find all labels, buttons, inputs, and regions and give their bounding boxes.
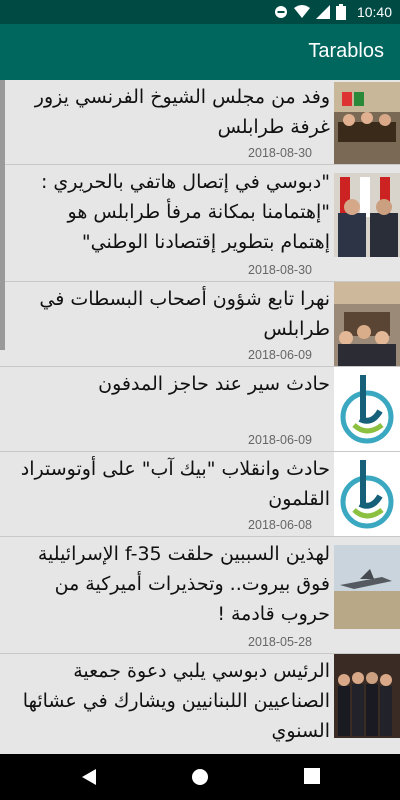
- news-thumbnail: [334, 173, 400, 257]
- news-thumbnail: [334, 82, 400, 164]
- status-time: 10:40: [356, 4, 392, 20]
- dnd-icon: [275, 6, 287, 18]
- recents-icon[interactable]: [304, 768, 320, 784]
- news-item[interactable]: الرئيس دبوسي يلبي دعوة جمعية الصناعيين ا…: [0, 654, 400, 754]
- news-date: 2018-06-09: [248, 348, 312, 362]
- news-item[interactable]: حادث وانقلاب "بيك آب" على أوتوستراد القل…: [0, 452, 400, 537]
- news-thumbnail: [334, 545, 400, 629]
- cell-signal-icon: [316, 5, 330, 19]
- news-item[interactable]: نهرا تابع شؤون أصحاب البسطات في طرابلس 2…: [0, 282, 400, 367]
- navigation-bar: [0, 754, 400, 800]
- status-icons: [274, 4, 346, 20]
- news-item[interactable]: حادث سير عند حاجز المدفون 2018-06-09: [0, 367, 400, 452]
- news-title[interactable]: لهذين السببين حلقت f-35 الإسرائيلية فوق …: [12, 539, 330, 629]
- news-item[interactable]: "دبوسي في إتصال هاتفي بالحريري : "إهتمام…: [0, 165, 400, 282]
- tarablos-logo-icon: [334, 367, 400, 451]
- news-item[interactable]: وفد من مجلس الشيوخ الفرنسي يزور غرفة طرا…: [0, 80, 400, 165]
- news-title[interactable]: حادث وانقلاب "بيك آب" على أوتوستراد القل…: [12, 454, 330, 514]
- news-list[interactable]: وفد من مجلس الشيوخ الفرنسي يزور غرفة طرا…: [0, 80, 400, 754]
- news-date: 2018-06-08: [248, 518, 312, 532]
- news-date: 2018-05-28: [248, 635, 312, 649]
- app-title: Tarablos: [308, 40, 384, 62]
- back-icon[interactable]: [80, 768, 98, 786]
- wifi-icon: [294, 5, 310, 18]
- news-date: 2018-06-09: [248, 433, 312, 447]
- news-title[interactable]: الرئيس دبوسي يلبي دعوة جمعية الصناعيين ا…: [12, 656, 330, 746]
- news-thumbnail: [334, 282, 400, 366]
- news-item[interactable]: لهذين السببين حلقت f-35 الإسرائيلية فوق …: [0, 537, 400, 654]
- news-title[interactable]: وفد من مجلس الشيوخ الفرنسي يزور غرفة طرا…: [12, 82, 330, 142]
- news-thumbnail: [334, 654, 400, 738]
- home-icon[interactable]: [191, 768, 209, 786]
- battery-icon: [336, 4, 346, 20]
- news-date: 2018-08-30: [248, 263, 312, 277]
- scrollbar[interactable]: [0, 80, 5, 350]
- app-bar: Tarablos: [0, 24, 400, 80]
- news-date: 2018-08-30: [248, 146, 312, 160]
- news-title[interactable]: "دبوسي في إتصال هاتفي بالحريري : "إهتمام…: [12, 167, 330, 257]
- news-title[interactable]: حادث سير عند حاجز المدفون: [12, 369, 330, 399]
- news-title[interactable]: نهرا تابع شؤون أصحاب البسطات في طرابلس: [12, 284, 330, 344]
- status-bar: 10:40: [0, 0, 400, 24]
- tarablos-logo-icon: [334, 452, 400, 536]
